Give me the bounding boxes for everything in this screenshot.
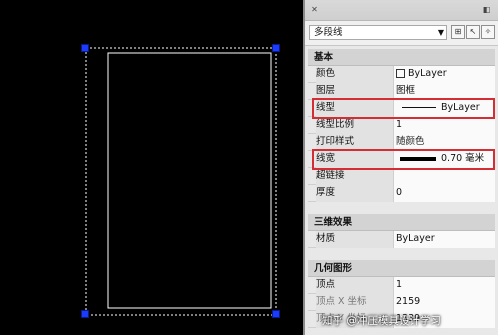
frame-outer-dashed[interactable]: [85, 47, 277, 316]
property-value[interactable]: 2159: [394, 294, 495, 311]
properties-panel: ✕ ◧ 多段线 ▼ ⊞ ↖ ✧ 基本 颜色 ByLayer 图层 图框 线型 B…: [305, 0, 498, 335]
selection-toolbar: 多段线 ▼ ⊞ ↖ ✧: [305, 21, 498, 46]
object-type-dropdown[interactable]: 多段线 ▼: [309, 25, 447, 40]
property-label: 材质: [316, 231, 394, 248]
property-row-hyperlink[interactable]: 超链接: [308, 168, 495, 185]
property-row-color[interactable]: 颜色 ByLayer: [308, 66, 495, 83]
close-icon[interactable]: ✕: [310, 5, 319, 14]
property-label: 线型比例: [316, 117, 394, 134]
property-row-vertex[interactable]: 顶点 1: [308, 277, 495, 294]
chevron-down-icon: ▼: [437, 28, 444, 37]
lineweight-highlight-box: [312, 149, 495, 170]
pickadd-icon[interactable]: ⊞: [451, 25, 465, 39]
property-row-linetype-scale[interactable]: 线型比例 1: [308, 117, 495, 134]
property-row-vertex-x[interactable]: 顶点 X 坐标 2159: [308, 294, 495, 311]
property-value[interactable]: 0: [394, 185, 495, 202]
linetype-highlight-box: [312, 98, 495, 119]
property-row-thickness[interactable]: 厚度 0: [308, 185, 495, 202]
object-type-value: 多段线: [314, 27, 343, 38]
section-geometry[interactable]: 几何图形: [308, 260, 495, 277]
property-value[interactable]: 1: [394, 277, 495, 294]
drawing-area[interactable]: [0, 0, 303, 335]
property-row-material[interactable]: 材质 ByLayer: [308, 231, 495, 248]
menu-icon[interactable]: ◧: [482, 5, 491, 14]
property-label: 顶点: [316, 277, 394, 294]
grip-handle[interactable]: [272, 310, 280, 318]
quick-select-icon[interactable]: ✧: [481, 25, 495, 39]
property-value[interactable]: 1: [394, 117, 495, 134]
property-value[interactable]: ByLayer: [394, 231, 495, 248]
grip-handle[interactable]: [81, 310, 89, 318]
section-basic[interactable]: 基本: [308, 49, 495, 66]
property-label: 顶点 X 坐标: [316, 294, 394, 311]
property-value[interactable]: [394, 168, 495, 185]
section-3d-effects[interactable]: 三维效果: [308, 214, 495, 231]
color-swatch-icon: [396, 69, 405, 78]
grip-handle[interactable]: [272, 44, 280, 52]
drawing-canvas[interactable]: [0, 0, 303, 335]
frame-inner[interactable]: [107, 52, 272, 309]
property-label: 厚度: [316, 185, 394, 202]
watermark: 知乎 @冲压模具设计学习: [322, 315, 441, 327]
panel-title-strip[interactable]: ✕ ◧: [305, 0, 498, 21]
property-label: 颜色: [316, 66, 394, 83]
property-value[interactable]: ByLayer: [394, 66, 495, 83]
select-objects-icon[interactable]: ↖: [466, 25, 480, 39]
color-value: ByLayer: [408, 68, 447, 79]
property-label: 超链接: [316, 168, 394, 185]
grip-handle[interactable]: [81, 44, 89, 52]
